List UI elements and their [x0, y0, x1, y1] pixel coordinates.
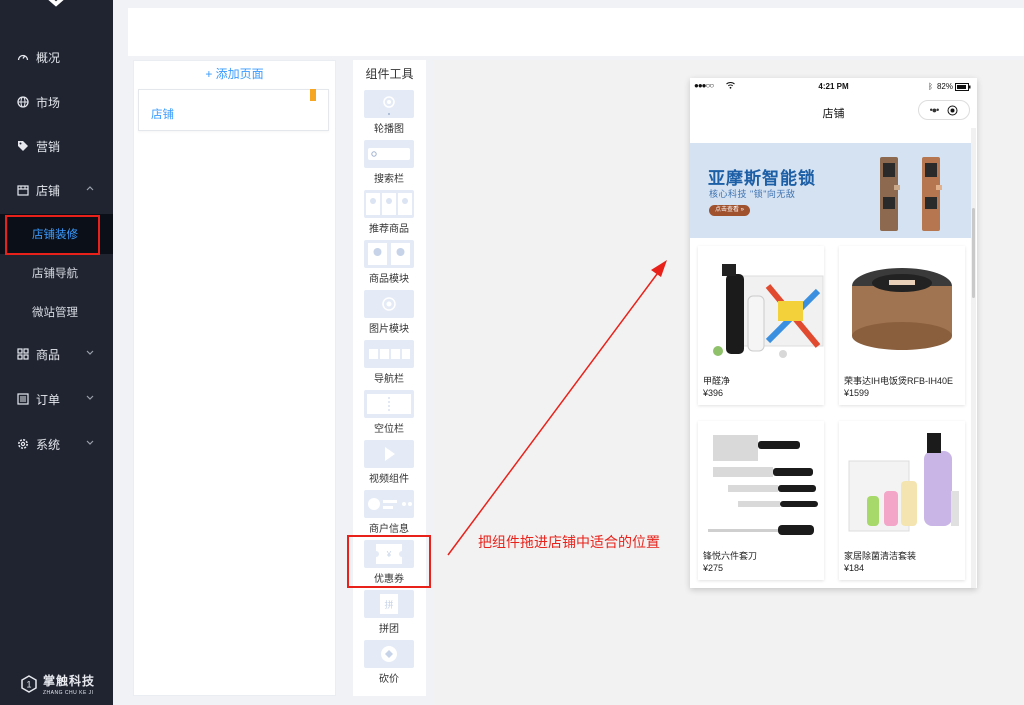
- annotation-text: 把组件拖进店铺中适合的位置: [478, 534, 660, 550]
- annotation-arrow: [447, 260, 667, 556]
